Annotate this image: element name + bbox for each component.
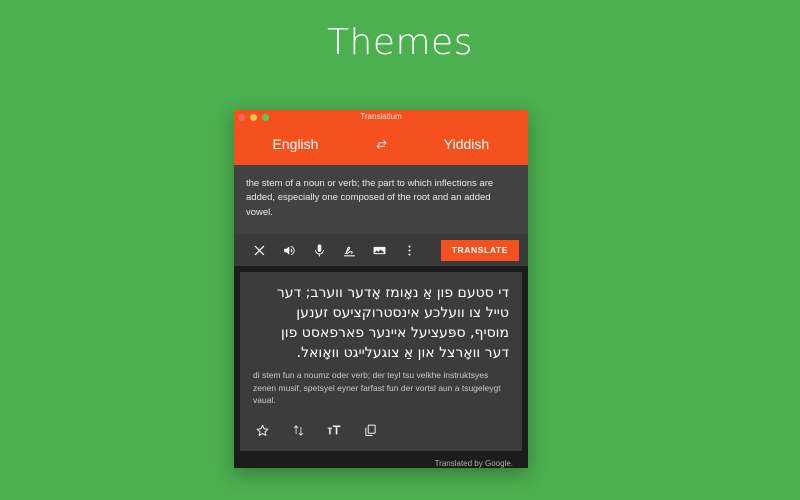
swap-vertical-icon xyxy=(291,423,306,438)
swap-horizontal-icon xyxy=(374,137,389,152)
page-title: Themes xyxy=(327,22,473,63)
listen-button[interactable] xyxy=(274,234,304,266)
result-action-bar xyxy=(240,413,522,451)
volume-icon xyxy=(282,243,297,258)
translation-result-text-area: די סטעם פון אַ נאָומז אָדער ווערב; דער ט… xyxy=(240,272,522,413)
swap-translation-button[interactable] xyxy=(287,419,309,441)
window-titlebar: Translatium xyxy=(234,110,528,126)
more-options-button[interactable] xyxy=(394,234,424,266)
clear-text-button[interactable] xyxy=(244,234,274,266)
microphone-icon xyxy=(312,243,327,258)
translation-result-card: די סטעם פון אַ נאָומז אָדער ווערב; דער ט… xyxy=(240,272,522,452)
target-language-selector[interactable]: Yiddish xyxy=(405,136,528,155)
text-size-icon xyxy=(326,422,342,438)
speak-button[interactable] xyxy=(304,234,334,266)
window-title: Translatium xyxy=(360,112,402,121)
image-input-button[interactable] xyxy=(364,234,394,266)
translation-attribution: Translated by Google. xyxy=(434,459,513,468)
window-body: די סטעם פון אַ נאָומז אָדער ווערב; דער ט… xyxy=(234,266,528,468)
more-vertical-icon xyxy=(402,243,417,258)
language-bar: English Yiddish xyxy=(234,126,528,165)
image-icon xyxy=(372,243,387,258)
source-text-area[interactable]: the stem of a noun or verb; the part to … xyxy=(234,165,528,235)
handwriting-button[interactable] xyxy=(334,234,364,266)
copy-icon xyxy=(363,423,378,438)
translated-text: די סטעם פון אַ נאָומז אָדער ווערב; דער ט… xyxy=(276,285,509,361)
copy-button[interactable] xyxy=(359,419,381,441)
handwriting-icon xyxy=(342,243,357,258)
favorite-button[interactable] xyxy=(251,419,273,441)
translate-button[interactable]: TRANSLATE xyxy=(440,239,519,261)
close-icon xyxy=(252,243,267,258)
star-icon xyxy=(255,423,270,438)
source-language-selector[interactable]: English xyxy=(234,136,357,155)
swap-languages-button[interactable] xyxy=(357,137,405,154)
transliteration-text: di stem fun a noumz oder verb; der teyl … xyxy=(253,369,501,406)
text-size-button[interactable] xyxy=(323,419,345,441)
source-text: the stem of a noun or verb; the part to … xyxy=(246,178,494,218)
app-window: Translatium English Yiddish the stem of … xyxy=(234,110,528,468)
input-toolbar: TRANSLATE xyxy=(234,234,528,267)
